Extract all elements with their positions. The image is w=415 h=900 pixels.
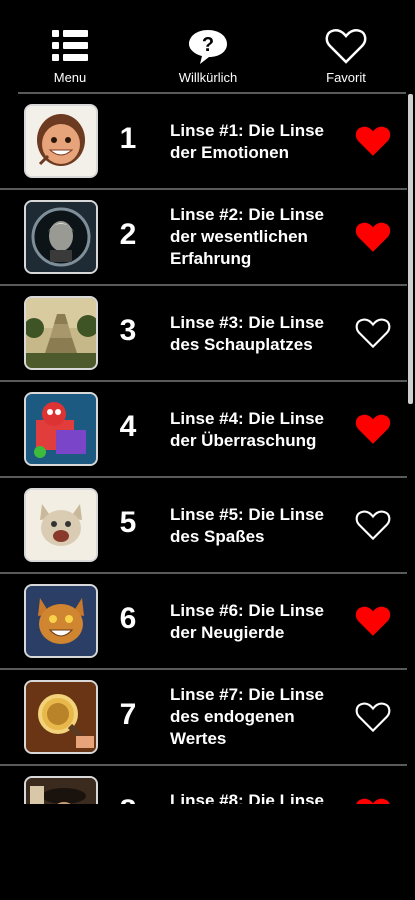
heart-filled-icon[interactable] (355, 796, 391, 804)
lens-thumbnail (24, 392, 98, 466)
heart-outline-icon[interactable] (355, 316, 391, 350)
random-label: Willkürlich (178, 70, 238, 85)
svg-text:?: ? (202, 34, 214, 56)
lens-title: Linse #3: Die Linse des Schauplatzes (170, 313, 324, 354)
favorite-label: Favorit (326, 70, 366, 85)
lens-thumbnail (24, 488, 98, 562)
lens-thumbnail (24, 584, 98, 658)
lens-thumbnail (24, 200, 98, 274)
lens-number: 2 (119, 218, 137, 251)
lens-title: Linse #1: Die Linse der Emotionen (170, 121, 324, 162)
scrollbar-thumb[interactable] (408, 94, 413, 404)
menu-label: Menu (53, 70, 87, 85)
heart-outline-icon[interactable] (355, 700, 391, 734)
heart-filled-icon[interactable] (355, 124, 391, 158)
lens-number: 7 (119, 698, 137, 731)
lens-thumbnail (24, 296, 98, 370)
lens-number: 4 (119, 410, 137, 443)
menu-button[interactable]: Menu (20, 24, 120, 86)
menu-list-icon (50, 24, 90, 68)
lens-title: Linse #6: Die Linse der Neugierde (170, 601, 324, 642)
top-navigation-bar: Menu ? Willkürlich Favorit (0, 0, 415, 92)
list-item[interactable]: 7 Linse #7: Die Linse des endogenen Wert… (0, 670, 407, 766)
random-button[interactable]: ? Willkürlich (158, 24, 258, 86)
lens-number: 5 (119, 506, 137, 539)
list-item[interactable]: 6 Linse #6: Die Linse der Neugierde (0, 574, 407, 670)
question-bubble-icon: ? (186, 24, 230, 68)
heart-outline-icon[interactable] (355, 508, 391, 542)
lens-thumbnail (24, 104, 98, 178)
list-item[interactable]: 1 Linse #1: Die Linse der Emotionen (0, 94, 407, 190)
list-item[interactable]: 4 Linse #4: Die Linse der Überraschung (0, 382, 407, 478)
bottom-blank-area (0, 804, 415, 900)
list-item[interactable]: 8 Linse #8: Die Linse (0, 766, 407, 804)
lens-title: Linse #8: Die Linse (170, 791, 324, 804)
lens-title: Linse #4: Die Linse der Überraschung (170, 409, 324, 450)
favorite-button[interactable]: Favorit (296, 24, 396, 86)
list-item[interactable]: 2 Linse #2: Die Linse der wesentlichen E… (0, 190, 407, 286)
lens-title: Linse #5: Die Linse des Spaßes (170, 505, 324, 546)
list-item[interactable]: 5 Linse #5: Die Linse des Spaßes (0, 478, 407, 574)
lens-title: Linse #7: Die Linse des endogenen Wertes (170, 685, 324, 748)
heart-outline-icon (325, 24, 367, 68)
lens-thumbnail (24, 680, 98, 754)
lens-title: Linse #2: Die Linse der wesentlichen Erf… (170, 205, 324, 268)
heart-filled-icon[interactable] (355, 604, 391, 638)
lens-thumbnail (24, 776, 98, 804)
lens-number: 3 (119, 314, 137, 347)
heart-filled-icon[interactable] (355, 412, 391, 446)
lens-number: 1 (119, 122, 137, 155)
lens-list[interactable]: 1 Linse #1: Die Linse der Emotionen 2 Li… (0, 94, 407, 804)
heart-filled-icon[interactable] (355, 220, 391, 254)
lens-number: 6 (119, 602, 137, 635)
lens-number: 8 (108, 794, 148, 804)
list-item[interactable]: 3 Linse #3: Die Linse des Schauplatzes (0, 286, 407, 382)
